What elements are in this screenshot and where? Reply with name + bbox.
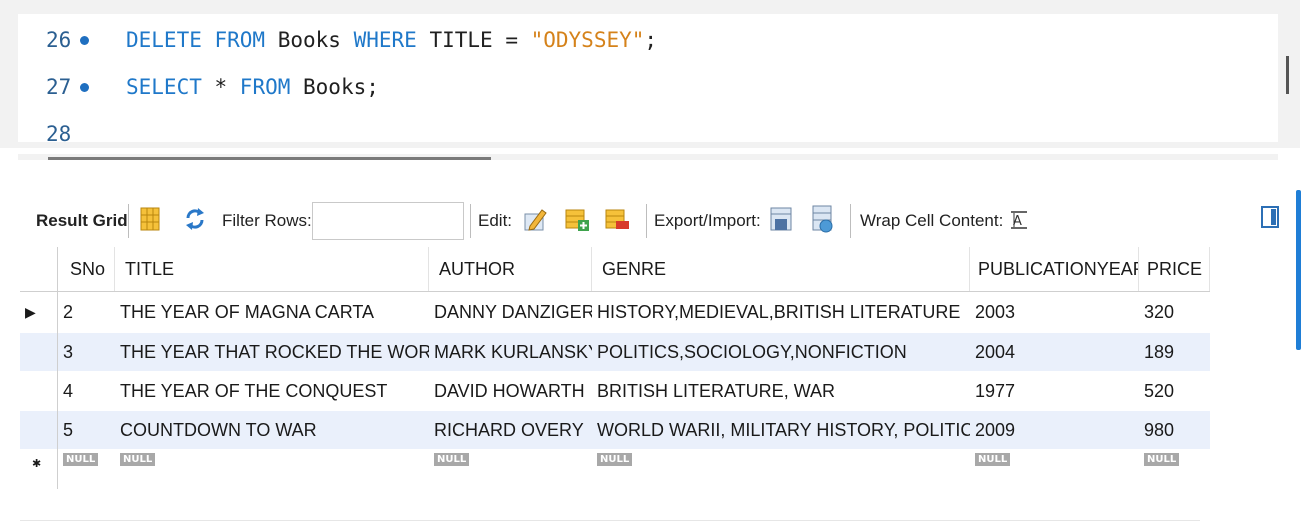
- cell-publicationyear[interactable]: 2003: [970, 293, 1139, 331]
- null-badge: NULL: [1144, 453, 1180, 466]
- cell-author[interactable]: MARK KURLANSKY: [429, 333, 592, 371]
- code-token: *: [201, 75, 240, 99]
- column-header-genre[interactable]: GENRE: [592, 247, 970, 291]
- new-row-marker-icon: ✱: [32, 458, 42, 470]
- null-badge: NULL: [975, 453, 1011, 466]
- column-header-publicationyear[interactable]: PUBLICATIONYEAR: [970, 247, 1139, 291]
- statement-marker-icon: [80, 83, 89, 92]
- cell-title[interactable]: THE YEAR THAT ROCKED THE WORLD: [115, 333, 429, 371]
- cell-price[interactable]: 189: [1139, 333, 1210, 371]
- import-icon[interactable]: [810, 204, 836, 234]
- code-token: FROM: [239, 75, 291, 99]
- cell-author[interactable]: RICHARD OVERY: [429, 411, 592, 449]
- column-header-price[interactable]: PRICE: [1139, 247, 1210, 291]
- cell-author-null[interactable]: NULL: [429, 449, 592, 479]
- toolbar-separator: [850, 204, 851, 238]
- sql-editor[interactable]: 26 DELETE FROM Books WHERE TITLE = "ODYSS…: [0, 0, 1300, 148]
- cell-publicationyear[interactable]: 2004: [970, 333, 1139, 371]
- editor-vertical-scrollbar[interactable]: [1286, 56, 1289, 94]
- code-token: DELETE FROM: [126, 28, 266, 52]
- table-row[interactable]: 5 COUNTDOWN TO WAR RICHARD OVERY WORLD W…: [20, 411, 1210, 449]
- header-divider: [20, 291, 1210, 292]
- toggle-side-panel-icon[interactable]: [1261, 206, 1279, 228]
- statement-marker-icon: [80, 36, 89, 45]
- table-row[interactable]: 4 THE YEAR OF THE CONQUEST DAVID HOWARTH…: [20, 372, 1210, 410]
- code-token: ;: [644, 28, 658, 52]
- new-row[interactable]: ✱ NULL NULL NULL NULL NULL NULL: [20, 449, 1210, 479]
- edit-label: Edit:: [478, 211, 513, 230]
- null-badge: NULL: [120, 453, 156, 466]
- code-text: SELECT * FROM Books;: [126, 71, 379, 103]
- toolbar-separator: [470, 204, 471, 238]
- row-gutter: [20, 372, 58, 410]
- cell-publicationyear-null[interactable]: NULL: [970, 449, 1139, 479]
- toolbar-separator: [128, 204, 129, 238]
- grid-bottom-border: [20, 520, 1200, 521]
- code-token: WHERE: [353, 28, 417, 52]
- cell-sno[interactable]: 2: [58, 293, 115, 331]
- sql-editor-text-area[interactable]: 26 DELETE FROM Books WHERE TITLE = "ODYSS…: [18, 14, 1278, 142]
- code-text: DELETE FROM Books WHERE TITLE = "ODYSSEY…: [126, 24, 657, 56]
- code-token: SELECT: [126, 75, 202, 99]
- result-grid-tab[interactable]: Result Grid: [36, 210, 128, 232]
- cell-genre-null[interactable]: NULL: [592, 449, 970, 479]
- null-badge: NULL: [597, 453, 633, 466]
- delete-row-icon[interactable]: [604, 204, 630, 234]
- wrap-cell-content-icon[interactable]: A: [1006, 204, 1032, 234]
- cell-price[interactable]: 520: [1139, 372, 1210, 410]
- result-toolbar: Result Grid Filter Rows: Edit: Export/Im…: [24, 198, 1274, 244]
- current-row-marker-icon: ▶: [25, 304, 36, 320]
- refresh-icon[interactable]: [182, 204, 208, 234]
- cell-title[interactable]: THE YEAR OF MAGNA CARTA: [115, 293, 429, 331]
- cell-price-null[interactable]: NULL: [1139, 449, 1210, 479]
- side-panel-accent: [1296, 190, 1301, 350]
- cell-genre[interactable]: WORLD WARII, MILITARY HISTORY, POLITICS: [592, 411, 970, 449]
- row-gutter: [20, 333, 58, 371]
- cell-genre[interactable]: HISTORY,MEDIEVAL,BRITISH LITERATURE: [592, 293, 970, 331]
- cell-sno[interactable]: 3: [58, 333, 115, 371]
- line-number: 27: [46, 75, 72, 99]
- cell-genre[interactable]: BRITISH LITERATURE, WAR: [592, 372, 970, 410]
- export-icon[interactable]: [768, 204, 794, 234]
- wrap-cell-content-label: Wrap Cell Content:: [860, 211, 1004, 230]
- cell-title[interactable]: COUNTDOWN TO WAR: [115, 411, 429, 449]
- cell-sno[interactable]: 5: [58, 411, 115, 449]
- edit-current-row-icon[interactable]: [522, 204, 548, 234]
- cell-genre[interactable]: POLITICS,SOCIOLOGY,NONFICTION: [592, 333, 970, 371]
- cell-title[interactable]: THE YEAR OF THE CONQUEST: [115, 372, 429, 410]
- editor-horizontal-scrollbar[interactable]: [48, 157, 491, 160]
- table-row[interactable]: 3 THE YEAR THAT ROCKED THE WORLD MARK KU…: [20, 333, 1210, 371]
- toolbar-separator: [646, 204, 647, 238]
- null-badge: NULL: [63, 453, 99, 466]
- cell-author[interactable]: DAVID HOWARTH: [429, 372, 592, 410]
- cell-sno[interactable]: 4: [58, 372, 115, 410]
- cell-author[interactable]: DANNY DANZIGER: [429, 293, 592, 331]
- cell-title-null[interactable]: NULL: [115, 449, 429, 479]
- filter-rows-input[interactable]: [312, 202, 464, 240]
- cell-sno-null[interactable]: NULL: [58, 449, 115, 479]
- code-token: Books;: [290, 75, 379, 99]
- line-number: 28: [46, 122, 72, 142]
- line-number: 26: [46, 28, 72, 52]
- column-header-sno[interactable]: SNo: [58, 247, 115, 291]
- gutter-divider: [57, 247, 58, 489]
- row-gutter-header: [20, 247, 58, 291]
- cell-publicationyear[interactable]: 2009: [970, 411, 1139, 449]
- null-badge: NULL: [434, 453, 470, 466]
- cell-publicationyear[interactable]: 1977: [970, 372, 1139, 410]
- table-row[interactable]: ▶ 2 THE YEAR OF MAGNA CARTA DANNY DANZIG…: [20, 293, 1210, 331]
- export-import-label: Export/Import:: [654, 211, 761, 230]
- insert-row-icon[interactable]: [564, 204, 590, 234]
- column-header-title[interactable]: TITLE: [115, 247, 429, 291]
- grid-layout-icon[interactable]: [138, 204, 164, 234]
- code-token: Books: [265, 28, 354, 52]
- code-token: TITLE =: [416, 28, 531, 52]
- filter-rows-label: Filter Rows:: [222, 211, 312, 230]
- column-header-author[interactable]: AUTHOR: [429, 247, 592, 291]
- cell-price[interactable]: 980: [1139, 411, 1210, 449]
- table-header: SNo TITLE AUTHOR GENRE PUBLICATIONYEAR P…: [20, 247, 1210, 291]
- cell-price[interactable]: 320: [1139, 293, 1210, 331]
- row-gutter: [20, 411, 58, 449]
- code-token: "ODYSSEY": [530, 28, 645, 52]
